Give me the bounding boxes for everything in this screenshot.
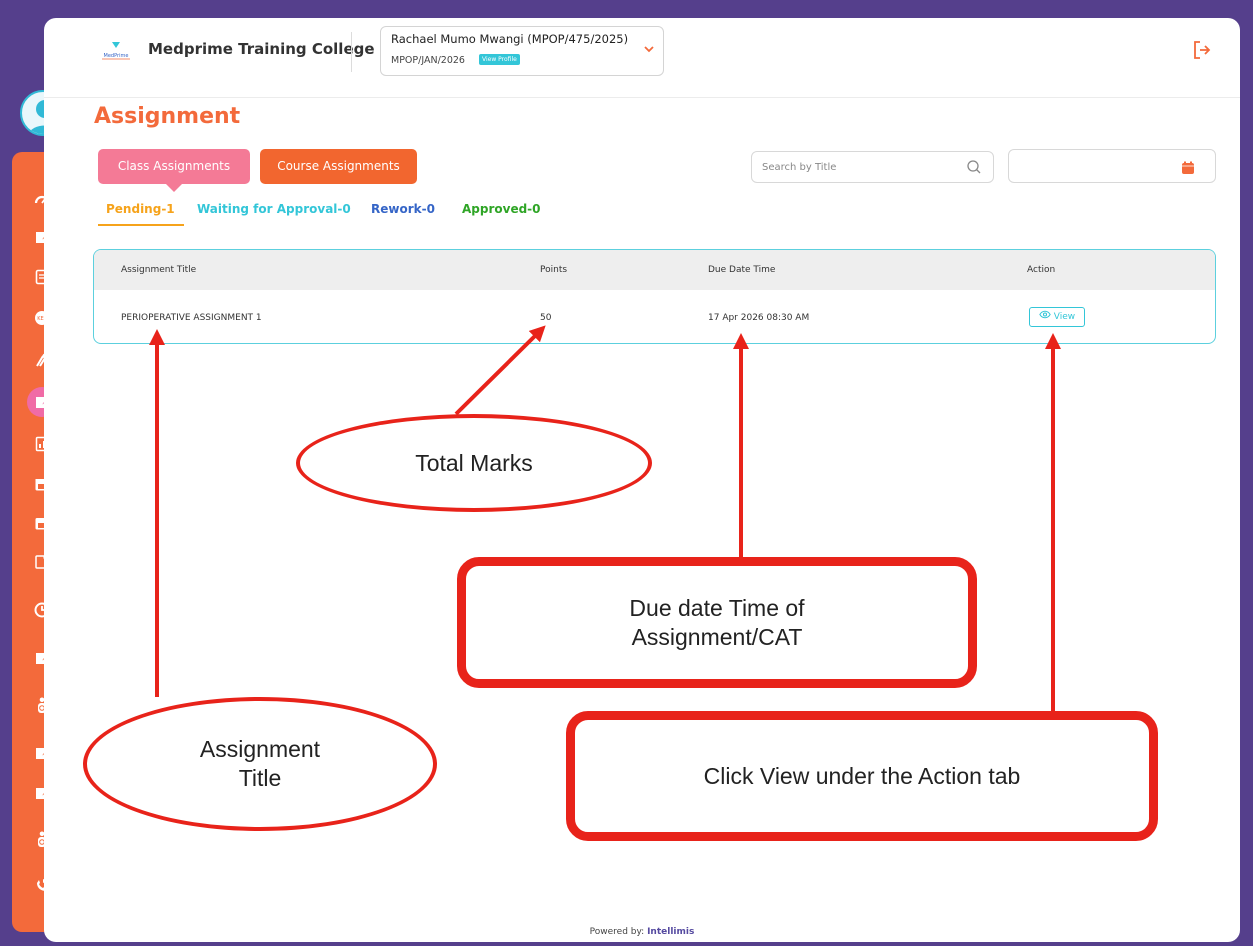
search-box: [751, 151, 994, 183]
footer: Powered by: Intellimis: [44, 927, 1240, 937]
eye-icon: [1039, 310, 1051, 322]
chevron-down-icon[interactable]: [643, 43, 655, 59]
assignments-table: Assignment Title Points Due Date Time Ac…: [93, 249, 1216, 344]
column-header-action: Action: [1027, 265, 1056, 275]
tab-approved[interactable]: Approved-0: [462, 202, 541, 216]
column-header-title: Assignment Title: [121, 265, 197, 275]
tab-waiting-for-approval[interactable]: Waiting for Approval-0: [197, 202, 351, 216]
points-cell: 50: [540, 313, 552, 323]
student-cohort: MPOP/JAN/2026: [391, 55, 465, 66]
view-profile-button[interactable]: View Profile: [479, 54, 520, 65]
college-name: Medprime Training College: [148, 40, 375, 58]
course-assignments-button[interactable]: Course Assignments: [260, 149, 417, 184]
footer-label: Powered by:: [589, 927, 645, 937]
view-label: View: [1053, 312, 1076, 322]
calendar-icon[interactable]: [1181, 160, 1195, 174]
active-tab-underline: [98, 224, 184, 226]
logout-icon[interactable]: [1192, 40, 1212, 60]
annotation-due-date: Due date Time of Assignment/CAT: [457, 557, 977, 688]
class-assignments-button[interactable]: Class Assignments: [98, 149, 250, 184]
tab-rework[interactable]: Rework-0: [371, 202, 435, 216]
annotation-assignment-title: Assignment Title: [83, 697, 437, 831]
column-header-points: Points: [540, 265, 568, 275]
top-header: MedPrime Medprime Training College Racha…: [44, 18, 1240, 98]
svg-text:MedPrime: MedPrime: [104, 53, 129, 59]
college-logo: MedPrime: [98, 40, 134, 62]
search-icon[interactable]: [966, 159, 982, 175]
student-name: Rachael Mumo Mwangi (MPOP/475/2025): [391, 32, 629, 46]
date-picker-field[interactable]: [1008, 149, 1216, 183]
table-header: Assignment Title Points Due Date Time Ac…: [94, 250, 1215, 290]
view-button[interactable]: View: [1029, 307, 1085, 327]
page-title: Assignment: [94, 104, 241, 129]
student-selector[interactable]: Rachael Mumo Mwangi (MPOP/475/2025) MPOP…: [380, 26, 664, 76]
tab-pending[interactable]: Pending-1: [106, 202, 175, 216]
due-date-cell: 17 Apr 2026 08:30 AM: [708, 313, 810, 323]
divider: [351, 32, 352, 72]
active-indicator: [166, 184, 182, 192]
search-input[interactable]: [762, 152, 962, 182]
footer-brand[interactable]: Intellimis: [647, 927, 694, 937]
annotation-click-view: Click View under the Action tab: [566, 711, 1158, 841]
column-header-due: Due Date Time: [708, 265, 776, 275]
annotation-total-marks: Total Marks: [296, 414, 652, 512]
assignment-title-cell: PERIOPERATIVE ASSIGNMENT 1: [121, 313, 262, 323]
